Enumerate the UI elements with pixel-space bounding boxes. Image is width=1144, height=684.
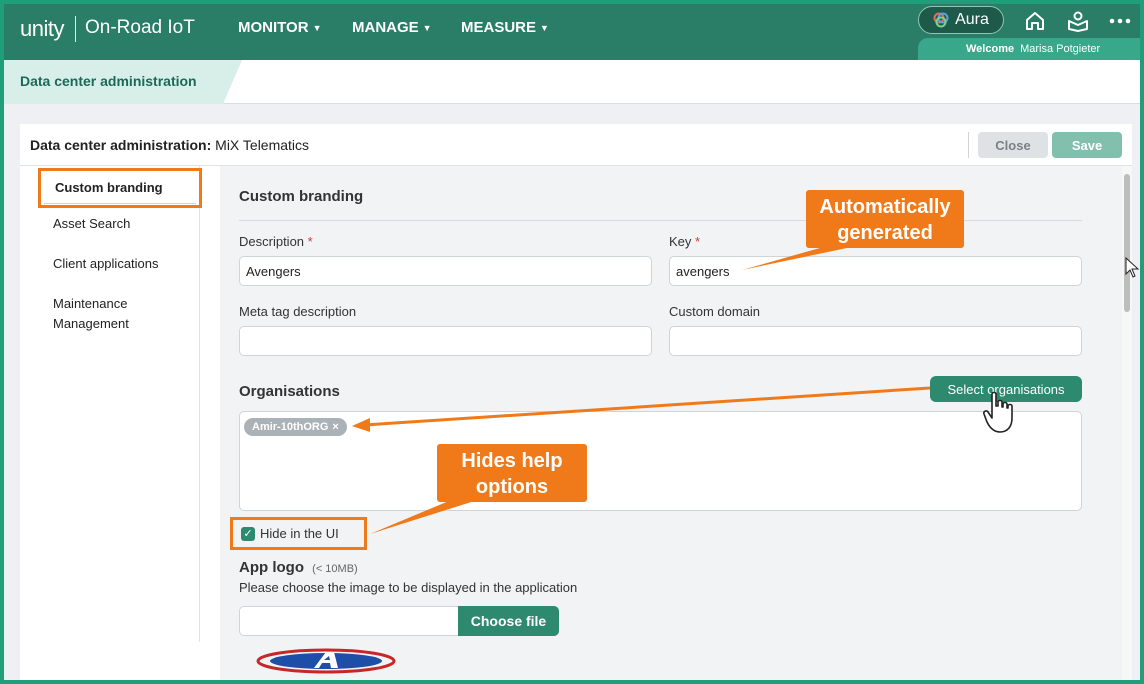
scrollbar-thumb[interactable] [1124,174,1130,312]
page-title: Data center administration: MiX Telemati… [30,137,309,153]
sidebar-item-custom-branding[interactable]: Custom branding [38,168,202,208]
choose-file-button[interactable]: Choose file [458,606,559,636]
chip-remove-icon[interactable]: × [332,421,338,433]
checkbox-checked-icon[interactable]: ✓ [241,526,255,541]
nav-monitor-label: MONITOR [238,19,309,36]
nav-manage-label: MANAGE [352,19,419,36]
app-logo-limit: (< 10MB) [312,563,358,575]
required-mark: * [307,234,313,249]
chevron-down-icon: ▼ [312,22,322,33]
welcome-label: Welcome [966,43,1015,55]
section-title: Custom branding [239,188,364,205]
required-mark: * [695,234,701,249]
callout-hides-help: Hides help options [437,444,587,502]
nav-measure[interactable]: MEASURE ▼ [461,19,549,36]
callout-hides-line2: options [475,476,549,498]
unity-logo[interactable]: unity [20,16,64,42]
meta-tag-input[interactable] [239,326,652,356]
aura-button[interactable]: Aura [918,6,1004,34]
nav-measure-label: MEASURE [461,19,537,36]
top-bar: unity On-Road IoT MONITOR ▼ MANAGE ▼ MEA… [4,4,1140,60]
sidebar: Custom branding Asset Search Client appl… [20,166,202,642]
sidebar-item-management[interactable]: Management [53,314,129,334]
user-name[interactable]: Marisa Potgieter [1020,43,1100,55]
nav-manage[interactable]: MANAGE ▼ [352,19,432,36]
select-organisations-button[interactable]: Select organisations [930,376,1082,402]
nav-monitor[interactable]: MONITOR ▼ [238,19,321,36]
chevron-down-icon: ▼ [540,22,549,33]
app-logo-hint: Please choose the image to be displayed … [239,580,578,595]
key-label: Key * [669,234,700,249]
meta-tag-label: Meta tag description [239,304,357,319]
org-chip-label: Amir-10thORG [252,421,329,433]
form-area: Custom branding Description * Key * Meta… [220,166,1122,680]
file-path-input[interactable] [239,606,459,636]
breadcrumb-title[interactable]: Data center administration [20,73,197,89]
sidebar-item-asset-search[interactable]: Asset Search [53,214,130,234]
description-label: Description * [239,234,313,249]
custom-domain-input[interactable] [669,326,1082,356]
logo-divider [75,16,76,42]
header-divider [968,132,969,158]
organisations-label: Organisations [239,383,340,400]
org-chip: Amir-10thORG × [244,418,347,436]
callout-auto-line2: generated [837,222,933,244]
app-window: unity On-Road IoT MONITOR ▼ MANAGE ▼ MEA… [4,4,1140,680]
app-logo-label: App logo [239,559,304,576]
app-logo-heading: App logo (< 10MB) [239,559,358,576]
product-name: On-Road IoT [85,17,195,38]
description-input[interactable] [239,256,652,286]
panel-header: Data center administration: MiX Telemati… [20,124,1132,166]
scrollbar[interactable] [1122,166,1132,680]
save-button[interactable]: Save [1052,132,1122,158]
learning-icon[interactable] [1064,8,1092,34]
aura-label: Aura [955,11,989,28]
more-icon[interactable] [1106,8,1134,34]
welcome-strip: Welcome Marisa Potgieter [918,38,1140,60]
close-button[interactable]: Close [978,132,1048,158]
sidebar-item-label: Custom branding [44,174,196,204]
sidebar-item-client-applications[interactable]: Client applications [53,254,159,274]
callout-auto-generated: Automatically generated [806,190,964,248]
callout-auto-line1: Automatically [819,196,951,218]
key-label-text: Key [669,234,692,249]
organisations-box[interactable]: Amir-10thORG × [239,411,1082,511]
home-icon[interactable] [1021,8,1049,34]
key-input[interactable] [669,256,1082,286]
custom-domain-label: Custom domain [669,304,761,319]
breadcrumb: Data center administration [4,60,1140,104]
callout-hides-line1: Hides help [461,450,563,472]
hide-in-ui-label: Hide in the UI [260,526,339,541]
chevron-down-icon: ▼ [422,22,432,33]
hide-in-ui-checkbox[interactable]: ✓ Hide in the UI [230,517,367,550]
app-logo-preview [256,648,396,674]
page-title-label: Data center administration: [30,137,212,153]
aura-icon [933,12,949,28]
sidebar-item-maintenance[interactable]: Maintenance [53,294,127,314]
page-title-value: MiX Telematics [215,137,310,153]
description-label-text: Description [239,234,305,249]
main-panel: Data center administration: MiX Telemati… [20,124,1132,680]
